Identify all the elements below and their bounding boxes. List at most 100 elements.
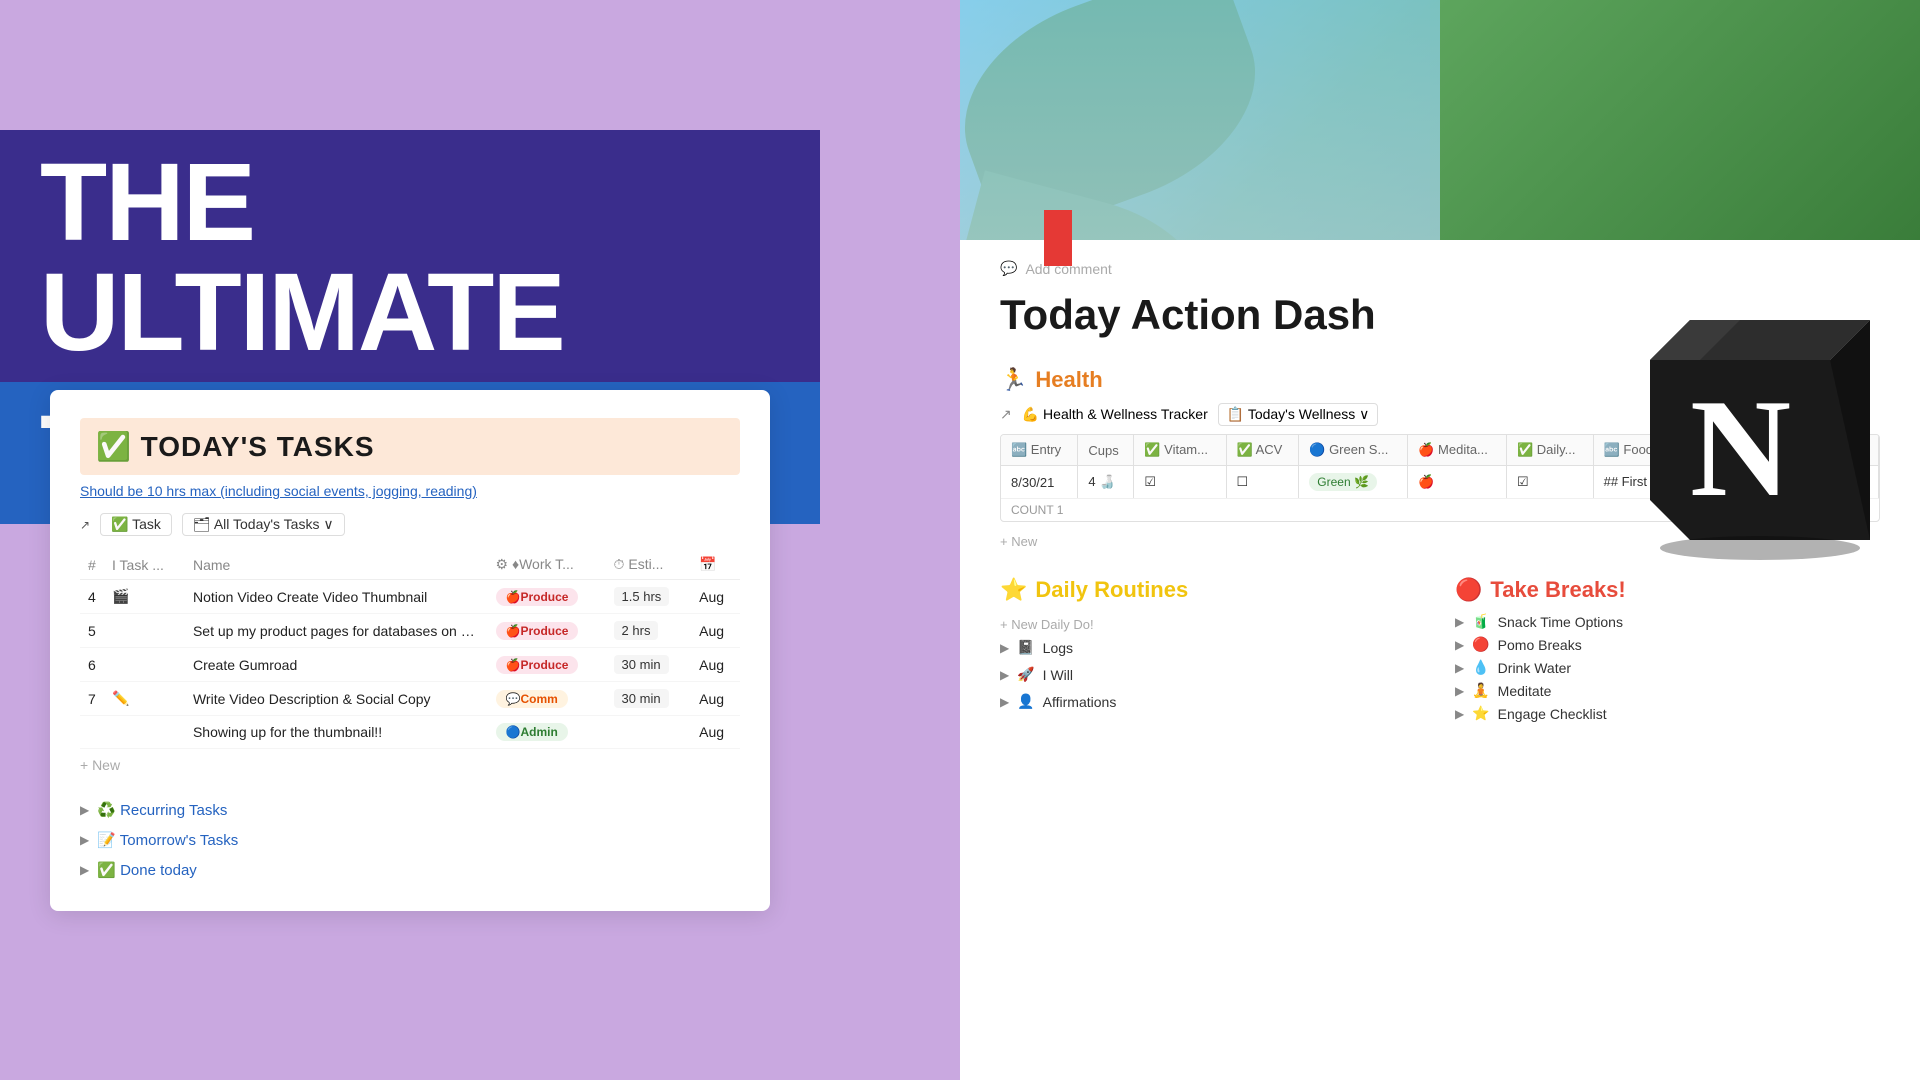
- chevron-right-icon: ▶: [80, 863, 89, 877]
- routines-emoji: ⭐: [1000, 577, 1027, 603]
- task-table: # I Task ... Name ⚙ ♦Work T... ⏱ Esti...…: [80, 550, 740, 749]
- notion-n-letter: N: [1690, 371, 1791, 526]
- chevron-right-icon: ▶: [1455, 684, 1464, 698]
- entry-greens: Green 🌿: [1299, 466, 1408, 499]
- table-row[interactable]: 7 ✏️ Write Video Description & Social Co…: [80, 682, 740, 716]
- chevron-right-icon: ▶: [1455, 615, 1464, 629]
- logs-emoji: 📓: [1017, 639, 1034, 656]
- tropical-background: [960, 0, 1920, 240]
- col-work: ⚙ ♦Work T...: [488, 550, 606, 580]
- affirmations-label: Affirmations: [1043, 694, 1117, 710]
- col-entry: 🔤 Entry: [1001, 435, 1078, 466]
- col-daily: ✅ Daily...: [1506, 435, 1593, 466]
- col-cups: Cups: [1078, 435, 1134, 466]
- col-hash: #: [80, 550, 104, 580]
- routines-add-new[interactable]: + New Daily Do!: [1000, 613, 1425, 636]
- recurring-tasks-item[interactable]: ▶ ♻️ Recurring Tasks: [80, 797, 740, 823]
- entry-acv: ☐: [1226, 466, 1299, 499]
- entry-date: 8/30/21: [1001, 466, 1078, 499]
- cube-shadow: [1660, 536, 1860, 560]
- col-medita: 🍎 Medita...: [1408, 435, 1507, 466]
- routines-heading: ⭐ Daily Routines: [1000, 577, 1425, 603]
- chevron-right-icon: ▶: [1000, 695, 1009, 709]
- water-emoji: 💧: [1472, 659, 1489, 676]
- break-snack[interactable]: ▶ 🧃 Snack Time Options: [1455, 613, 1880, 630]
- routine-affirmations[interactable]: ▶ 👤 Affirmations: [1000, 690, 1425, 713]
- header-emoji: ✅: [96, 431, 132, 462]
- task-subtitle[interactable]: Should be 10 hrs max (including social e…: [80, 483, 740, 499]
- notion-cube: N: [1630, 300, 1890, 560]
- engage-label: Engage Checklist: [1498, 706, 1607, 722]
- col-task: I Task ...: [104, 550, 185, 580]
- tomorrows-tasks-item[interactable]: ▶ 📝 Tomorrow's Tasks: [80, 827, 740, 853]
- col-date: 📅: [691, 550, 740, 580]
- break-water[interactable]: ▶ 💧 Drink Water: [1455, 659, 1880, 676]
- entry-vitamins: ☑: [1134, 466, 1226, 499]
- two-col-section: ⭐ Daily Routines + New Daily Do! ▶ 📓 Log…: [1000, 577, 1880, 722]
- breaks-label: Take Breaks!: [1490, 577, 1625, 603]
- recurring-tasks-label: ♻️ Recurring Tasks: [97, 801, 227, 819]
- col-greens: 🔵 Green S...: [1299, 435, 1408, 466]
- table-row[interactable]: 5 Set up my product pages for databases …: [80, 614, 740, 648]
- breaks-heading: 🔴 Take Breaks!: [1455, 577, 1880, 603]
- table-row[interactable]: 4 🎬 Notion Video Create Video Thumbnail …: [80, 580, 740, 614]
- water-label: Drink Water: [1498, 660, 1571, 676]
- health-label: Health: [1035, 367, 1102, 393]
- col-vitamins: ✅ Vitam...: [1134, 435, 1226, 466]
- chevron-right-icon: ▶: [1000, 668, 1009, 682]
- logs-label: Logs: [1043, 640, 1073, 656]
- iwill-label: I Will: [1043, 667, 1073, 683]
- meditate-label: Meditate: [1498, 683, 1552, 699]
- break-pomo[interactable]: ▶ 🔴 Pomo Breaks: [1455, 636, 1880, 653]
- task-panel: ✅ TODAY'S TASKS Should be 10 hrs max (in…: [50, 390, 770, 911]
- routine-logs[interactable]: ▶ 📓 Logs: [1000, 636, 1425, 659]
- done-today-item[interactable]: ▶ ✅ Done today: [80, 857, 740, 883]
- table-row[interactable]: Showing up for the thumbnail!! 🔵Admin Au…: [80, 716, 740, 749]
- link-arrow: ↗: [80, 518, 90, 532]
- chevron-right-icon: ▶: [1000, 641, 1009, 655]
- tracker-label[interactable]: 💪 Health & Wellness Tracker: [1022, 406, 1208, 423]
- task-panel-header: ✅ TODAY'S TASKS: [80, 418, 740, 475]
- chevron-right-icon: ▶: [1455, 707, 1464, 721]
- col-name: Name: [185, 550, 488, 580]
- notion-logo-svg: N: [1630, 300, 1890, 560]
- task-link-row: ↗ ✅ Task 🗂 All Today's Tasks ∨: [80, 513, 740, 536]
- pomo-emoji: 🔴: [1472, 636, 1489, 653]
- task-badge[interactable]: ✅ Task: [100, 513, 172, 536]
- tracker-arrow: ↗: [1000, 406, 1012, 423]
- sky-overlay: [960, 0, 1440, 240]
- task-panel-title: ✅ TODAY'S TASKS: [96, 431, 375, 462]
- tomorrows-tasks-label: 📝 Tomorrow's Tasks: [97, 831, 238, 849]
- engage-emoji: ⭐: [1472, 705, 1489, 722]
- chevron-right-icon: ▶: [80, 803, 89, 817]
- chevron-right-icon: ▶: [80, 833, 89, 847]
- done-today-label: ✅ Done today: [97, 861, 197, 879]
- chevron-right-icon: ▶: [1455, 638, 1464, 652]
- add-new-task[interactable]: + New: [80, 749, 740, 781]
- col-esti: ⏱ Esti...: [606, 550, 692, 580]
- tracker-filter[interactable]: 📋 Today's Wellness ∨: [1218, 403, 1379, 426]
- affirmations-emoji: 👤: [1017, 693, 1034, 710]
- iwill-emoji: 🚀: [1017, 666, 1034, 683]
- filter-badge[interactable]: 🗂 All Today's Tasks ∨: [182, 513, 345, 536]
- break-meditate[interactable]: ▶ 🧘 Meditate: [1455, 682, 1880, 699]
- take-breaks-section: 🔴 Take Breaks! ▶ 🧃 Snack Time Options ▶ …: [1455, 577, 1880, 722]
- entry-daily: ☑: [1506, 466, 1593, 499]
- meditate-emoji: 🧘: [1472, 682, 1489, 699]
- snack-emoji: 🧃: [1472, 613, 1489, 630]
- snack-label: Snack Time Options: [1498, 614, 1623, 630]
- daily-routines-section: ⭐ Daily Routines + New Daily Do! ▶ 📓 Log…: [1000, 577, 1425, 722]
- pomo-label: Pomo Breaks: [1498, 637, 1582, 653]
- table-row[interactable]: 6 Create Gumroad 🍎Produce 30 min Aug: [80, 648, 740, 682]
- speech-bubble-icon: 💬: [1000, 260, 1017, 277]
- routines-list: ▶ 📓 Logs ▶ 🚀 I Will ▶ 👤 Affirmations: [1000, 636, 1425, 713]
- col-acv: ✅ ACV: [1226, 435, 1299, 466]
- entry-cups: 4 🍶: [1078, 466, 1134, 499]
- left-panel: THE ULTIMATE TO-DO LIST ✅ TODAY'S TASKS …: [0, 0, 960, 1080]
- breaks-emoji: 🔴: [1455, 577, 1482, 603]
- break-engage[interactable]: ▶ ⭐ Engage Checklist: [1455, 705, 1880, 722]
- routine-iwill[interactable]: ▶ 🚀 I Will: [1000, 663, 1425, 686]
- routines-label: Daily Routines: [1035, 577, 1188, 603]
- health-emoji: 🏃: [1000, 367, 1027, 393]
- add-comment-line: 💬 Add comment: [1000, 260, 1880, 277]
